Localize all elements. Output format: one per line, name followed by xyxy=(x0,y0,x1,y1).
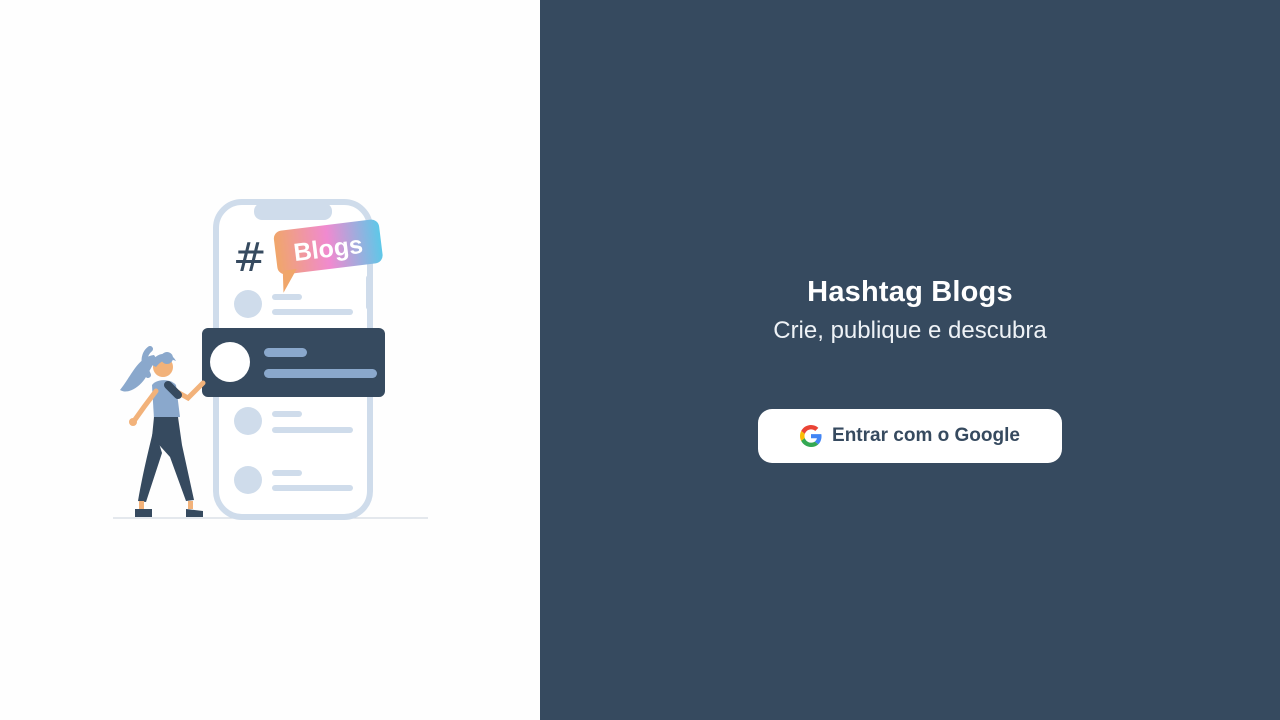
phone-notch xyxy=(254,203,332,220)
google-g-icon xyxy=(800,425,822,447)
app-title: Hashtag Blogs xyxy=(807,276,1013,308)
brand-block: Hashtag Blogs Crie, publique e descubra xyxy=(540,272,1280,350)
google-button-label: Entrar com o Google xyxy=(832,425,1020,446)
login-panel: Hashtag Blogs Crie, publique e descubra … xyxy=(540,0,1280,720)
hashtag-symbol: # xyxy=(233,235,267,281)
woman-figure xyxy=(120,346,206,517)
illustration-panel: # Blogs xyxy=(0,0,540,720)
blog-phone-illustration: # Blogs xyxy=(113,199,428,520)
google-login-button[interactable]: Entrar com o Google xyxy=(758,409,1062,463)
app-subtitle: Crie, publique e descubra xyxy=(773,317,1047,344)
